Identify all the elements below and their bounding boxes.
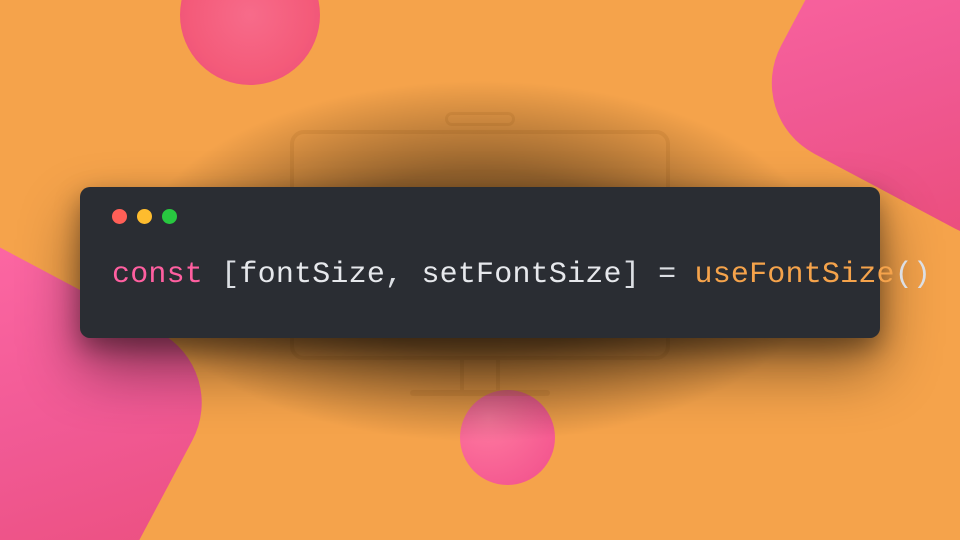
minimize-icon[interactable]: [137, 209, 152, 224]
code-identifier: fontSize: [239, 258, 385, 292]
decor-circle-top: [180, 0, 320, 85]
zoom-icon[interactable]: [162, 209, 177, 224]
code-keyword: const: [112, 258, 203, 292]
code-window: const [fontSize, setFontSize] = useFontS…: [80, 187, 880, 338]
code-bracket-open: [: [221, 258, 239, 292]
code-equals: =: [640, 258, 695, 292]
close-icon[interactable]: [112, 209, 127, 224]
code-bracket-close: ]: [622, 258, 640, 292]
code-line: const [fontSize, setFontSize] = useFontS…: [112, 258, 848, 292]
code-comma: ,: [385, 258, 421, 292]
window-traffic-lights: [112, 209, 848, 224]
code-identifier: setFontSize: [421, 258, 621, 292]
code-parens: (): [895, 258, 931, 292]
code-function-call: useFontSize: [695, 258, 895, 292]
